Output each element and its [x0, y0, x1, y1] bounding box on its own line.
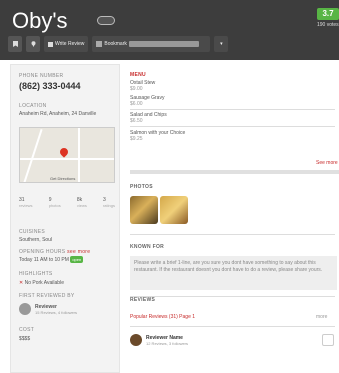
phone-number[interactable]: (862) 333-0444: [19, 81, 81, 91]
divider: [130, 109, 335, 110]
known-for-title: KNOWN FOR: [130, 244, 165, 250]
menu-section-title: MENU: [130, 72, 146, 78]
rating-badge: 3.7: [317, 8, 339, 20]
menu-item[interactable]: Sausage Gravy $6.00: [130, 95, 164, 107]
bookmark-button[interactable]: Bookmark: [92, 36, 211, 52]
stats-row: 31 reviews 9 photos 8k views 3 ratings: [19, 197, 115, 208]
write-review-label: Write Review: [55, 41, 85, 47]
photos-section-title: PHOTOS: [130, 184, 153, 190]
divider: [130, 326, 335, 327]
review-rating-icon: [322, 334, 334, 346]
first-reviewer-sub: 15 Reviews, 4 followers: [35, 309, 78, 315]
bookmark-label: Bookmark: [104, 41, 127, 47]
pencil-icon: [48, 41, 53, 47]
review-item[interactable]: Reviewer Name 12 Reviews, 3 followers: [130, 334, 188, 346]
reviewer-sub: 12 Reviews, 3 followers: [146, 340, 189, 346]
map-caption[interactable]: Get Directions: [50, 176, 75, 181]
no-pork-icon: ✕: [19, 280, 24, 286]
food-photo[interactable]: [130, 196, 158, 224]
first-reviewed-label: FIRST REVIEWED BY: [19, 293, 75, 299]
more-options-button[interactable]: ▾: [214, 36, 229, 52]
flag-icon: [96, 41, 103, 47]
section-divider: [130, 170, 339, 174]
vote-count: 190 votes: [317, 22, 339, 28]
location-pin-icon: [31, 41, 35, 47]
map-road: [23, 129, 43, 182]
food-photo[interactable]: [160, 196, 188, 224]
bookmark-icon-button[interactable]: [8, 36, 22, 52]
known-for-box: Please write a brief 1-line, are you sur…: [130, 256, 337, 290]
location-label: LOCATION: [19, 103, 47, 109]
page-header: Oby's 3.7 190 votes Write Review Bookmar…: [0, 0, 339, 60]
write-review-button[interactable]: Write Review: [44, 36, 89, 52]
reviews-tabs[interactable]: Popular Reviews (31) Page 1: [130, 314, 195, 320]
address-text: Anaheim Rd, Anaheim, 24 Danville: [19, 111, 97, 117]
stat-views: 8k views: [76, 197, 87, 208]
title-badge-icon: [97, 16, 115, 25]
menu-item[interactable]: Salad and Chips $6.50: [130, 112, 167, 124]
location-icon-button[interactable]: [26, 36, 40, 52]
opening-hours-link[interactable]: see more: [67, 249, 90, 255]
reviewer-avatar: [19, 303, 31, 315]
cost-label: COST: [19, 327, 35, 333]
stat-ratings: 3 ratings: [102, 197, 115, 208]
main-content: MENU Oxtail Stew $9.00 Sausage Gravy $6.…: [126, 64, 339, 373]
reviewer-name: Reviewer Name: [146, 334, 183, 341]
open-status-badge: open: [70, 256, 84, 263]
reviews-section-title: REVIEWS: [130, 297, 156, 303]
reviewer-avatar: [130, 334, 142, 346]
phone-label: PHONE NUMBER: [19, 73, 64, 79]
location-map[interactable]: Get Directions: [19, 127, 115, 183]
menu-item[interactable]: Oxtail Stew $9.00: [130, 80, 155, 92]
menu-see-more-link[interactable]: See more: [316, 160, 338, 166]
highlight-item: ✕ No Pork Available: [19, 280, 64, 286]
bookmark-icon: [12, 41, 18, 47]
stat-photos: 9 photos: [48, 197, 61, 208]
reviews-more-link[interactable]: more: [316, 314, 327, 320]
stat-reviews: 31 reviews: [19, 197, 33, 208]
action-toolbar: Write Review Bookmark ▾: [8, 36, 229, 52]
divider: [130, 234, 335, 235]
restaurant-title: Oby's: [12, 8, 68, 33]
cost-text: $$$$: [19, 336, 31, 342]
opening-hours-text: Today 11 AM to 10 PM open: [19, 256, 84, 263]
info-sidebar: PHONE NUMBER (862) 333-0444 LOCATION Ana…: [10, 64, 120, 373]
share-bar: [128, 41, 199, 47]
map-pin-icon: [58, 146, 70, 158]
first-reviewer[interactable]: Reviewer 15 Reviews, 4 followers: [19, 303, 77, 315]
map-road: [78, 128, 80, 182]
known-for-text: Please write a brief 1-line, are you sur…: [134, 260, 323, 273]
menu-item[interactable]: Salmon with your Choice $9.25: [130, 130, 185, 142]
divider: [130, 296, 335, 297]
divider: [130, 126, 335, 127]
highlights-label: HIGHLIGHTS: [19, 271, 53, 277]
opening-hours-label: OPENING HOURS see more: [19, 249, 91, 255]
cuisines-label: CUISINES: [19, 229, 46, 235]
cuisines-text[interactable]: Southern, Soul: [19, 237, 52, 243]
map-road: [20, 158, 114, 160]
chevron-down-icon: ▾: [220, 41, 223, 47]
